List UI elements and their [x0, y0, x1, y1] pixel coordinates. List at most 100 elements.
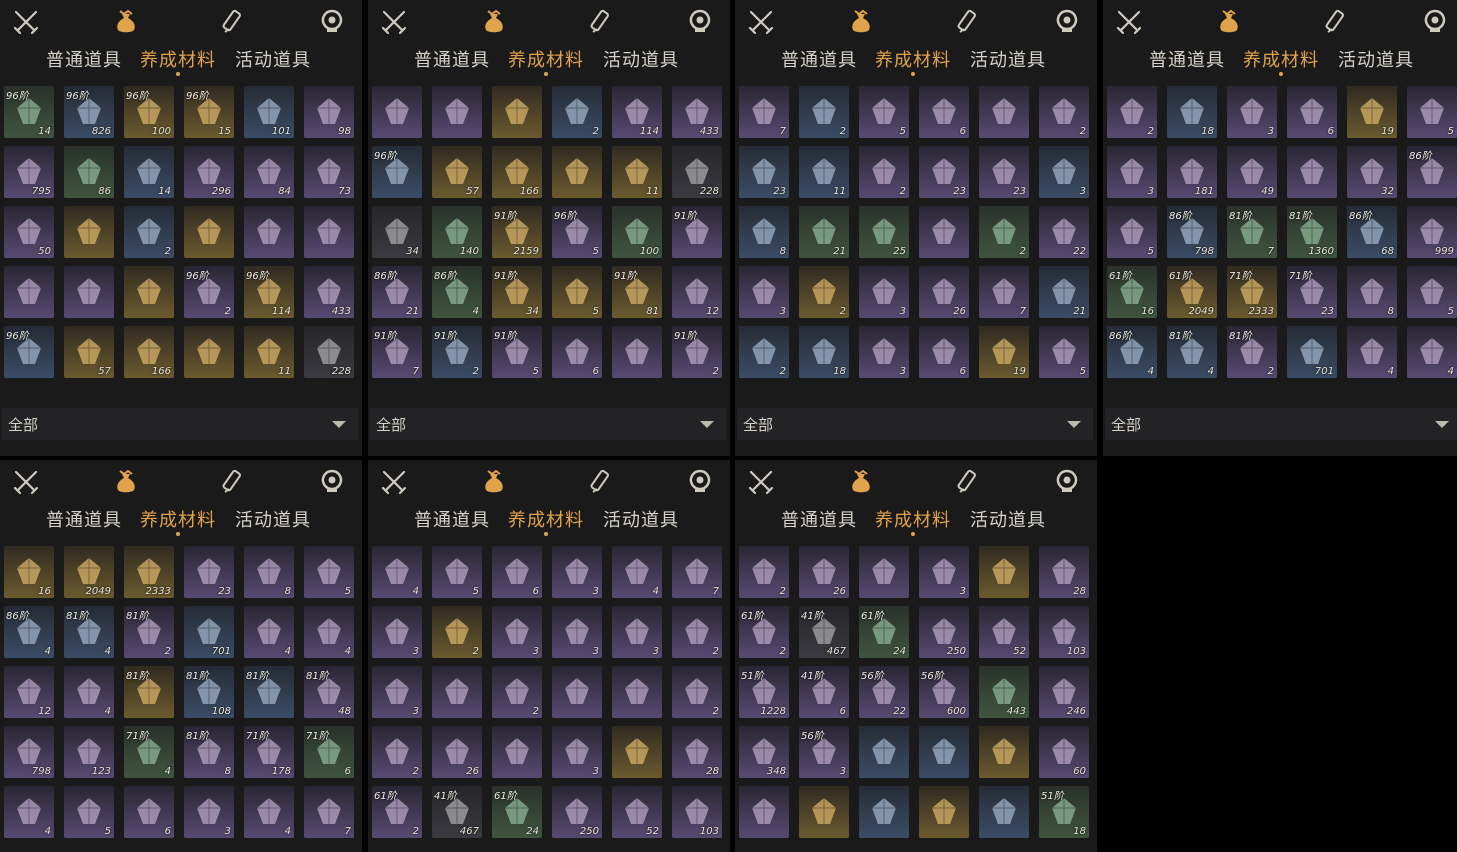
item-slot[interactable]: 61阶 16 [1107, 266, 1157, 318]
item-slot[interactable] [612, 326, 662, 378]
item-slot[interactable]: 6 [552, 326, 602, 378]
item-slot[interactable]: 86阶 68 [1347, 206, 1397, 258]
tab-event-items[interactable]: 活动道具 [970, 46, 1046, 72]
tab-event-items[interactable]: 活动道具 [603, 46, 679, 72]
item-slot[interactable]: 32 [1347, 146, 1397, 198]
gear-token-icon[interactable] [686, 8, 714, 36]
item-slot[interactable]: 2 [1039, 86, 1089, 138]
item-slot[interactable]: 56阶 3 [799, 726, 849, 778]
gear-token-icon[interactable] [1053, 8, 1081, 36]
item-slot[interactable]: 5 [1039, 326, 1089, 378]
item-slot[interactable]: 52 [979, 606, 1029, 658]
item-slot[interactable]: 3 [612, 606, 662, 658]
item-slot[interactable]: 23 [739, 146, 789, 198]
item-slot[interactable]: 96阶 [4, 326, 54, 378]
item-slot[interactable]: 4 [612, 546, 662, 598]
item-slot[interactable]: 5 [304, 546, 354, 598]
item-slot[interactable]: 2 [672, 666, 722, 718]
money-bag-icon[interactable] [480, 8, 508, 36]
item-slot[interactable]: 12 [4, 666, 54, 718]
item-slot[interactable]: 81阶 2 [1227, 326, 1277, 378]
item-slot[interactable]: 61阶 24 [859, 606, 909, 658]
item-slot[interactable]: 49 [1227, 146, 1277, 198]
item-slot[interactable] [919, 726, 969, 778]
tab-common-items[interactable]: 普通道具 [1149, 46, 1225, 72]
tab-common-items[interactable]: 普通道具 [781, 506, 857, 532]
item-slot[interactable]: 3 [552, 606, 602, 658]
crossed-swords-icon[interactable] [747, 8, 775, 36]
item-slot[interactable]: 6 [919, 86, 969, 138]
item-slot[interactable]: 2 [739, 546, 789, 598]
item-slot[interactable]: 71阶 4 [124, 726, 174, 778]
item-slot[interactable]: 250 [552, 786, 602, 838]
item-slot[interactable]: 795 [4, 146, 54, 198]
item-slot[interactable]: 7 [979, 266, 1029, 318]
item-slot[interactable] [979, 786, 1029, 838]
item-slot[interactable]: 86阶 4 [4, 606, 54, 658]
item-slot[interactable] [859, 726, 909, 778]
item-slot[interactable]: 5 [552, 266, 602, 318]
item-slot[interactable]: 3 [552, 546, 602, 598]
filter-dropdown[interactable]: 全部 [2, 408, 358, 440]
item-slot[interactable] [612, 726, 662, 778]
tab-event-items[interactable]: 活动道具 [235, 506, 311, 532]
item-slot[interactable]: 6 [492, 546, 542, 598]
item-slot[interactable]: 96阶 2 [184, 266, 234, 318]
item-slot[interactable]: 3 [1107, 146, 1157, 198]
item-slot[interactable]: 7 [739, 86, 789, 138]
item-slot[interactable]: 4 [244, 606, 294, 658]
item-slot[interactable]: 2 [979, 206, 1029, 258]
item-slot[interactable]: 8 [1347, 266, 1397, 318]
item-slot[interactable]: 3 [859, 326, 909, 378]
item-slot[interactable]: 5 [859, 86, 909, 138]
item-slot[interactable]: 2 [799, 266, 849, 318]
item-slot[interactable] [372, 86, 422, 138]
item-slot[interactable]: 28 [672, 726, 722, 778]
item-slot[interactable]: 701 [184, 606, 234, 658]
item-slot[interactable] [739, 786, 789, 838]
item-slot[interactable]: 8 [244, 546, 294, 598]
gear-token-icon[interactable] [686, 468, 714, 496]
item-slot[interactable]: 2 [799, 86, 849, 138]
item-slot[interactable]: 86阶 4 [432, 266, 482, 318]
item-slot[interactable]: 3 [1039, 146, 1089, 198]
item-slot[interactable]: 433 [672, 86, 722, 138]
item-slot[interactable]: 26 [432, 726, 482, 778]
tab-event-items[interactable]: 活动道具 [1338, 46, 1414, 72]
item-slot[interactable]: 96阶 114 [244, 266, 294, 318]
filter-dropdown[interactable]: 全部 [370, 408, 726, 440]
item-slot[interactable]: 246 [1039, 666, 1089, 718]
item-slot[interactable]: 56阶 22 [859, 666, 909, 718]
item-slot[interactable]: 4 [304, 606, 354, 658]
item-slot[interactable]: 228 [672, 146, 722, 198]
item-slot[interactable] [979, 546, 1029, 598]
item-slot[interactable]: 91阶 34 [492, 266, 542, 318]
item-slot[interactable]: 348 [739, 726, 789, 778]
item-slot[interactable] [859, 786, 909, 838]
item-slot[interactable]: 19 [1347, 86, 1397, 138]
item-slot[interactable]: 81阶 [124, 666, 174, 718]
item-slot[interactable]: 96阶 826 [64, 86, 114, 138]
item-slot[interactable] [919, 206, 969, 258]
item-slot[interactable]: 91阶 7 [372, 326, 422, 378]
item-slot[interactable]: 81阶 4 [1167, 326, 1217, 378]
item-slot[interactable]: 2 [124, 206, 174, 258]
item-slot[interactable]: 71阶 2333 [1227, 266, 1277, 318]
item-slot[interactable]: 41阶 6 [799, 666, 849, 718]
item-slot[interactable]: 84 [244, 146, 294, 198]
item-slot[interactable]: 12 [672, 266, 722, 318]
item-slot[interactable]: 56阶 600 [919, 666, 969, 718]
item-slot[interactable]: 51阶 18 [1039, 786, 1089, 838]
item-slot[interactable]: 443 [979, 666, 1029, 718]
item-slot[interactable]: 61阶 24 [492, 786, 542, 838]
item-slot[interactable]: 51阶 1228 [739, 666, 789, 718]
item-slot[interactable]: 81阶 2 [124, 606, 174, 658]
item-slot[interactable]: 57 [432, 146, 482, 198]
gear-token-icon[interactable] [318, 8, 346, 36]
item-slot[interactable]: 19 [979, 326, 1029, 378]
item-slot[interactable] [552, 146, 602, 198]
item-slot[interactable]: 3 [1227, 86, 1277, 138]
item-slot[interactable]: 8 [739, 206, 789, 258]
item-slot[interactable]: 3 [552, 726, 602, 778]
item-slot[interactable]: 3 [859, 266, 909, 318]
